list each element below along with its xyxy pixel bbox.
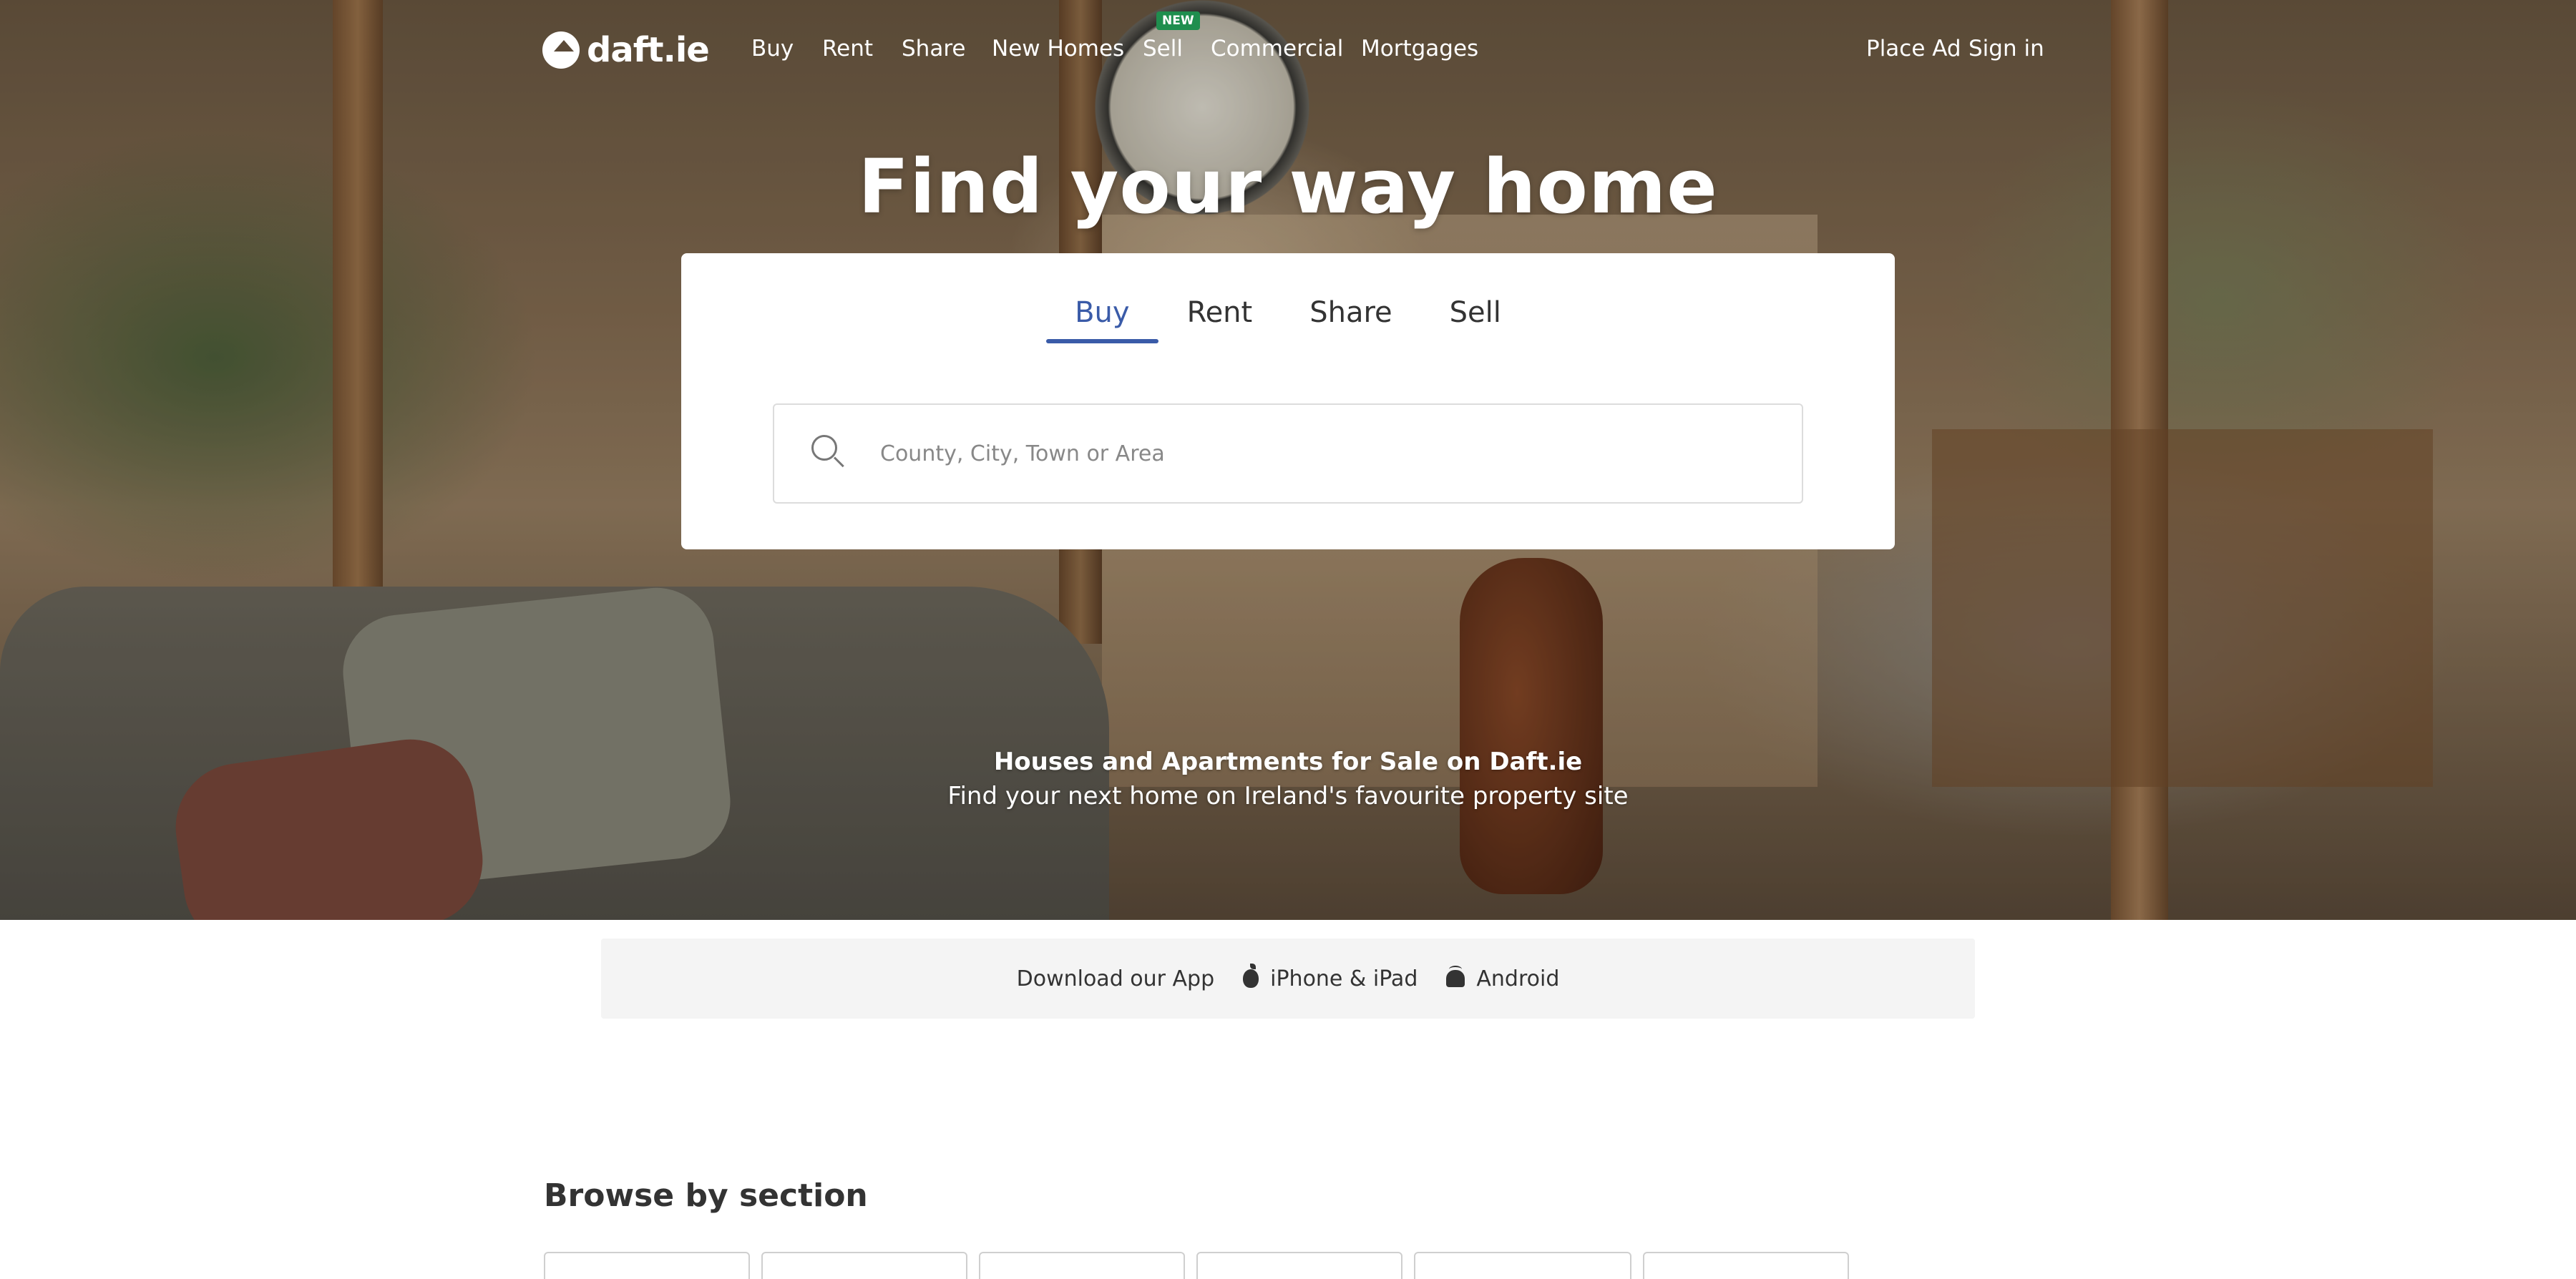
- house-logo-icon: [542, 31, 580, 69]
- android-app-link[interactable]: Android: [1446, 966, 1559, 991]
- search-card: Buy Rent Share Sell: [681, 253, 1895, 549]
- apple-icon: [1243, 964, 1259, 988]
- tab-sell[interactable]: Sell: [1421, 296, 1530, 343]
- location-search-input[interactable]: [880, 441, 1739, 466]
- hero-subtitle: Find your next home on Ireland's favouri…: [947, 782, 1629, 810]
- browse-section-title: Browse by section: [544, 1177, 868, 1214]
- nav-sell-link[interactable]: Sell: [1143, 36, 1183, 62]
- browse-section-card[interactable]: [1414, 1252, 1631, 1279]
- tab-rent[interactable]: Rent: [1158, 296, 1282, 343]
- hero-subtitle-block: Houses and Apartments for Sale on Daft.i…: [0, 748, 2576, 810]
- browse-section-card[interactable]: [1643, 1252, 1849, 1279]
- nav-new-homes-link[interactable]: New Homes: [992, 36, 1124, 62]
- nav-share-link[interactable]: Share: [902, 36, 965, 62]
- search-tabs: Buy Rent Share Sell: [681, 296, 1895, 343]
- browse-section-card[interactable]: [761, 1252, 967, 1279]
- daft-logo[interactable]: daft.ie: [542, 29, 710, 72]
- ios-app-link[interactable]: iPhone & iPad: [1243, 964, 1418, 991]
- android-icon: [1446, 966, 1465, 987]
- search-icon: [809, 432, 852, 475]
- hero-headline: Find your way home: [858, 143, 1718, 230]
- download-app-text: Download our App: [1016, 966, 1215, 991]
- nav-buy-link[interactable]: Buy: [751, 36, 794, 62]
- download-app-bar: Download our App iPhone & iPad Android: [601, 939, 1975, 1019]
- browse-section-card[interactable]: [1196, 1252, 1402, 1279]
- logo-text: daft.ie: [587, 30, 710, 70]
- new-badge: NEW: [1156, 11, 1200, 30]
- nav-mortgages-link[interactable]: Mortgages: [1361, 36, 1478, 62]
- place-ad-link[interactable]: Place Ad: [1866, 36, 1961, 62]
- top-navigation: daft.ie Buy Rent Share New Homes NEW Sel…: [0, 0, 2576, 100]
- nav-rent-link[interactable]: Rent: [822, 36, 873, 62]
- hero-subtitle-bold: Houses and Apartments for Sale on Daft.i…: [993, 748, 1583, 776]
- tab-share[interactable]: Share: [1281, 296, 1420, 343]
- search-box[interactable]: [773, 403, 1803, 504]
- nav-commercial-link[interactable]: Commercial: [1211, 36, 1343, 62]
- ios-app-label: iPhone & iPad: [1270, 966, 1418, 991]
- tab-buy[interactable]: Buy: [1046, 296, 1159, 343]
- sign-in-link[interactable]: Sign in: [1968, 36, 2044, 62]
- browse-section-card[interactable]: [979, 1252, 1185, 1279]
- browse-section-card[interactable]: [544, 1252, 750, 1279]
- android-app-label: Android: [1476, 966, 1560, 991]
